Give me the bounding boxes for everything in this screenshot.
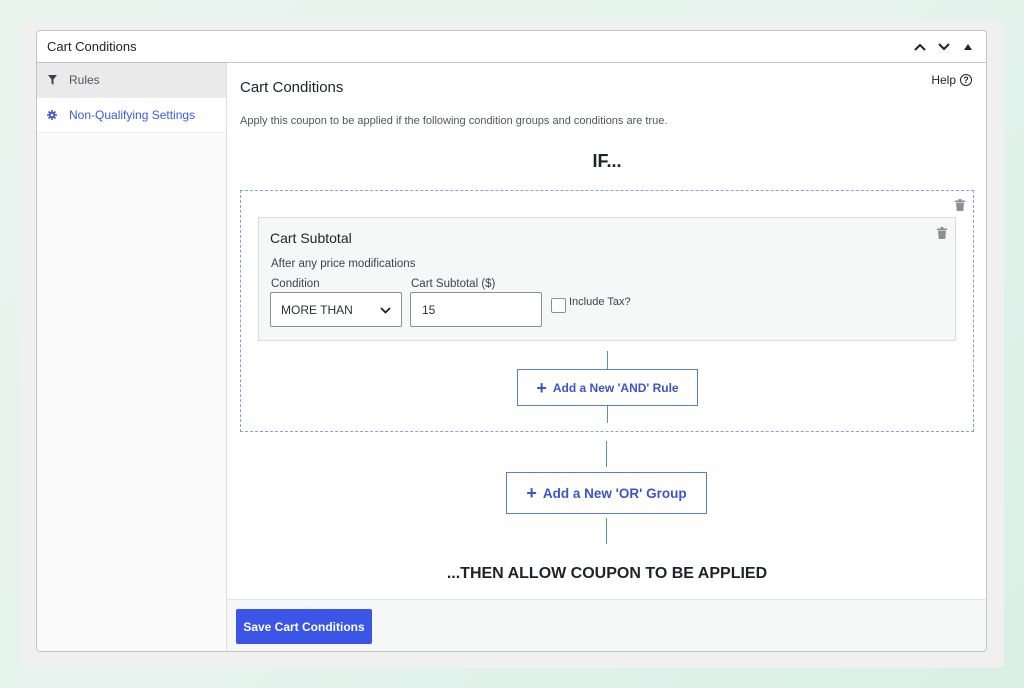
chevron-down-icon[interactable] [936,39,952,55]
chevron-down-icon [380,303,391,317]
save-cart-conditions-button[interactable]: Save Cart Conditions [236,609,372,644]
rule-title: Cart Subtotal [270,230,352,246]
panel-controls [912,39,976,55]
add-and-rule-label: Add a New 'AND' Rule [552,380,679,395]
if-label: IF... [592,151,622,171]
cart-conditions-panel: Cart Conditions Rules Non-Qualifying Set… [36,30,987,652]
sidebar-item-rules[interactable]: Rules [37,63,226,98]
panel-header: Cart Conditions [37,31,986,63]
sidebar-item-label: Non-Qualifying Settings [69,108,196,122]
include-tax-checkbox[interactable] [551,298,566,313]
chevron-up-icon[interactable] [912,39,928,55]
filter-icon [47,74,57,86]
condition-label: Condition [271,278,320,290]
add-or-group-button[interactable]: + Add a New 'OR' Group [506,472,707,514]
question-icon: ? [960,74,972,86]
collapse-toggle-icon[interactable] [960,39,976,55]
subtotal-input-value: 15 [422,302,436,317]
gear-icon [47,109,57,121]
condition-select[interactable]: MORE THAN [270,292,402,327]
main-content: Cart Conditions Help ? Apply this coupon… [227,63,986,599]
help-label: Help [931,73,956,87]
sidebar: Rules Non-Qualifying Settings [37,63,227,651]
add-or-group-label: Add a New 'OR' Group [542,485,687,501]
plus-icon: + [536,377,547,398]
delete-group-trash-icon[interactable] [955,198,965,211]
or-connector-line-top [606,441,607,467]
rule-cart-subtotal: Cart Subtotal After any price modificati… [258,217,956,341]
description: Apply this coupon to be applied if the f… [240,115,668,127]
include-tax-option: Include Tax? [551,295,631,313]
sidebar-item-label: Rules [69,73,100,87]
footer: Save Cart Conditions [227,599,986,651]
subtotal-label: Cart Subtotal ($) [411,278,496,290]
delete-rule-trash-icon[interactable] [937,226,947,239]
panel-body: Rules Non-Qualifying Settings Cart Condi… [37,63,986,651]
subtotal-input[interactable]: 15 [410,292,542,327]
condition-group: Cart Subtotal After any price modificati… [240,190,974,432]
or-connector-line-bottom [606,518,607,544]
panel-title: Cart Conditions [47,39,137,54]
then-label: ...THEN ALLOW COUPON TO BE APPLIED [446,565,768,582]
sidebar-item-non-qualifying-settings[interactable]: Non-Qualifying Settings [37,98,226,133]
rule-subtitle: After any price modifications [271,258,416,270]
condition-select-value: MORE THAN [281,302,353,317]
main-area: Cart Conditions Help ? Apply this coupon… [227,63,986,651]
include-tax-label: Include Tax? [569,295,631,308]
plus-icon: + [526,483,537,503]
help-link[interactable]: Help ? [931,73,972,87]
main-title: Cart Conditions [240,79,344,96]
add-and-rule-button[interactable]: + Add a New 'AND' Rule [517,369,698,406]
